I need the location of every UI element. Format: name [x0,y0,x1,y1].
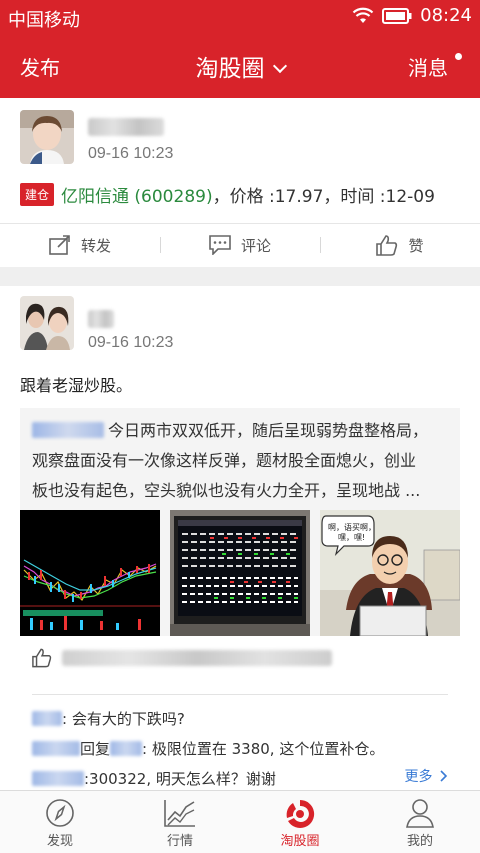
image-strip: 啊，语买啊， 嘿，嘿! [20,510,460,636]
forward-label: 转发 [80,236,111,255]
timestamp: 09-16 10:23 [88,145,174,162]
like-label: 赞 [408,236,424,255]
person-icon [406,799,434,828]
chart-icon [164,800,195,827]
commenter-name[interactable] [32,741,80,756]
forward-button[interactable]: 转发 [0,224,160,266]
liker-names[interactable] [62,650,332,666]
status-bar: 中国移动 08:24 [0,0,480,34]
comment-button[interactable]: 评论 [160,224,320,266]
carrier-label: 中国移动 [8,10,80,31]
chevron-right-icon [440,770,448,782]
tab-label: 我的 [406,834,433,849]
quote-line: 板也没有起色，空头貌似也没有火力全开，呈现地战 ... [32,481,421,500]
messages-button[interactable]: 消息 [408,52,448,81]
tab-mine[interactable]: 我的 [360,791,480,853]
more-label: 更多 [404,769,433,785]
post-actions: 转发 评论 赞 [0,223,480,266]
nav-bar: 发布 淘股圈 消息 [0,34,480,98]
avatar[interactable] [20,110,74,164]
comment-row[interactable]: 回复 : 极限位置在 3380, 这个位置补仓。 [32,738,384,759]
tab-market[interactable]: 行情 [120,791,240,853]
trade-details: ，价格 :17.97，时间 :12-09 [212,187,435,207]
likes-row [32,648,332,668]
comment-text: : 会有大的下跌吗? [62,710,185,728]
author-name[interactable] [88,310,114,328]
post-text: 跟着老湿炒股。 [20,376,133,395]
comment-row[interactable]: :300322, 明天怎么样？谢谢 [32,768,276,789]
author-name[interactable] [88,118,164,136]
like-button[interactable]: 赞 [320,224,480,266]
comment-icon [209,235,231,255]
image-thumbnail[interactable] [170,510,310,636]
divider [32,694,448,695]
compass-icon [46,799,74,827]
taoguquan-icon [286,799,315,828]
tab-taoguquan[interactable]: 淘股圈 [240,791,360,853]
tab-label: 行情 [166,834,193,849]
comment-text: :300322, 明天怎么样？谢谢 [84,770,276,788]
comment-label: 评论 [240,236,271,255]
commenter-name[interactable] [32,771,84,786]
post-card: 09-16 10:23 建仓 亿阳信通 (600289) ，价格 :17.97，… [0,98,480,267]
tab-label: 发现 [46,834,73,849]
comment-row[interactable]: : 会有大的下跌吗? [32,708,185,729]
trade-line[interactable]: 建仓 亿阳信通 (600289) ，价格 :17.97，时间 :12-09 [20,182,435,207]
page-title: 淘股圈 [195,56,265,82]
reply-target-name[interactable] [110,741,143,756]
unread-dot [455,53,462,60]
avatar[interactable] [20,296,74,350]
commenter-name[interactable] [32,711,62,726]
reply-label: 回复 [80,740,111,758]
comment-text: : 极限位置在 3380, 这个位置补仓。 [142,740,385,758]
timestamp: 09-16 10:23 [88,334,174,351]
quote-line: 观察盘面没有一次像这样反弹，题材股全面熄火，创业 [32,451,417,470]
more-comments-link[interactable]: 更多 [405,766,448,786]
share-icon [49,235,70,255]
thumbs-up-icon [32,648,52,668]
chevron-down-icon [272,58,287,74]
quote-line: 今日两市双双低开，随后呈现弱势盘整格局， [32,416,448,446]
svg-text:嘿，嘿!: 嘿，嘿! [338,533,365,542]
quoted-post[interactable]: 今日两市双双低开，随后呈现弱势盘整格局， 观察盘面没有一次像这样反弹，题材股全面… [20,408,460,510]
clock: 08:24 [420,5,472,26]
wifi-icon [352,7,374,23]
svg-text:啊，语买啊，: 啊，语买啊， [328,522,376,532]
quoted-author [32,422,104,438]
post-card: 09-16 10:23 跟着老湿炒股。 今日两市双双低开，随后呈现弱势盘整格局，… [0,286,480,790]
tab-discover[interactable]: 发现 [0,791,120,853]
tab-label: 淘股圈 [280,834,320,849]
image-thumbnail[interactable]: 啊，语买啊， 嘿，嘿! [320,510,460,636]
position-badge: 建仓 [20,183,55,206]
bottom-tab-bar: 发现 行情 淘股圈 我的 [0,790,480,853]
stock-link[interactable]: 亿阳信通 (600289) [61,182,213,207]
battery-icon [382,7,412,24]
thumbs-up-icon [376,234,398,256]
image-thumbnail[interactable] [20,510,160,636]
